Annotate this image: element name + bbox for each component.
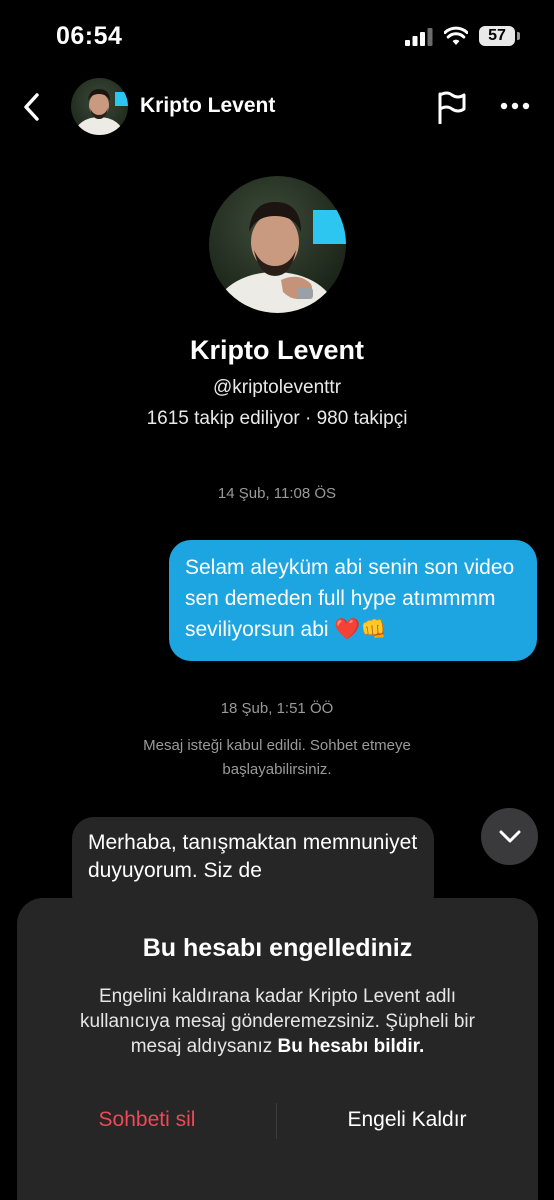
avatar-image [71, 78, 128, 135]
scroll-to-bottom-button[interactable] [481, 808, 538, 865]
profile-stats: 1615 takip ediliyor · 980 takipçi [146, 408, 408, 429]
flag-icon[interactable] [437, 90, 467, 124]
more-options-icon[interactable] [499, 100, 531, 112]
profile-photo [209, 176, 346, 313]
report-account-link[interactable]: Bu hesabı bildir. [278, 1036, 425, 1057]
header-username[interactable]: Kripto Levent [140, 94, 275, 118]
profile-name: Kripto Levent [189, 335, 364, 365]
profile-handle: @kriptoleventtr [212, 377, 342, 398]
sheet-description: Engelini kaldırana kadar Kripto Levent a… [53, 984, 502, 1059]
battery-indicator: 57 [479, 26, 515, 46]
system-message: Mesaj isteği kabul edildi. Sohbet etmeye… [143, 737, 411, 778]
unblock-button[interactable]: Engeli Kaldır [307, 1108, 507, 1132]
message-timestamp: 18 Şub, 1:51 ÖÖ [220, 700, 334, 717]
blocked-account-sheet: Bu hesabı engellediniz Engelini kaldıran… [17, 898, 538, 1200]
wifi-icon [444, 26, 468, 45]
header-avatar[interactable] [71, 78, 128, 135]
message-timestamp: 14 Şub, 11:08 ÖS [217, 485, 337, 502]
sheet-title: Bu hesabı engellediniz [142, 934, 413, 962]
battery-tip [517, 32, 520, 40]
status-time: 06:54 [56, 22, 123, 50]
chevron-down-icon [499, 830, 520, 842]
outgoing-message[interactable]: Selam aleyküm abi senin son video sen de… [169, 540, 537, 661]
cellular-signal-icon [405, 28, 433, 46]
button-divider [276, 1103, 277, 1139]
back-arrow-icon[interactable] [20, 92, 44, 122]
delete-chat-button[interactable]: Sohbeti sil [57, 1108, 237, 1132]
profile-avatar[interactable] [209, 176, 346, 313]
